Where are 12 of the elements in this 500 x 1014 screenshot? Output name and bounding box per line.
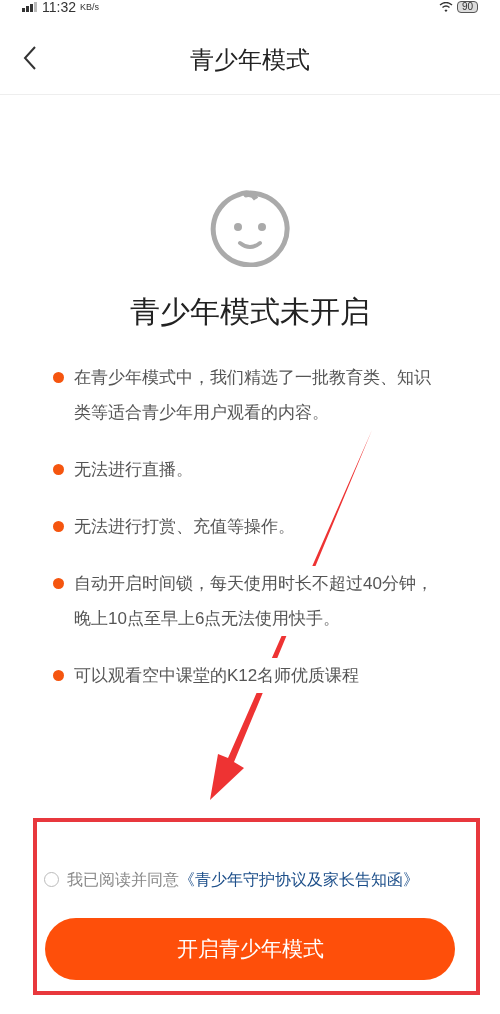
agreement-text: 我已阅读并同意 — [67, 870, 179, 890]
agree-checkbox[interactable] — [44, 872, 59, 887]
network-speed: KB/s — [80, 2, 99, 12]
info-text: 可以观看空中课堂的K12名师优质课程 — [74, 658, 360, 693]
status-time: 11:32 — [42, 0, 76, 14]
mode-status-heading: 青少年模式未开启 — [130, 294, 370, 330]
battery-level: 90 — [456, 1, 478, 13]
wifi-icon — [438, 2, 453, 12]
baby-face-icon — [208, 187, 292, 267]
signal-icon — [22, 2, 38, 12]
agreement-link[interactable]: 《青少年守护协议及家长告知函》 — [179, 866, 419, 894]
page-title: 青少年模式 — [190, 45, 310, 75]
